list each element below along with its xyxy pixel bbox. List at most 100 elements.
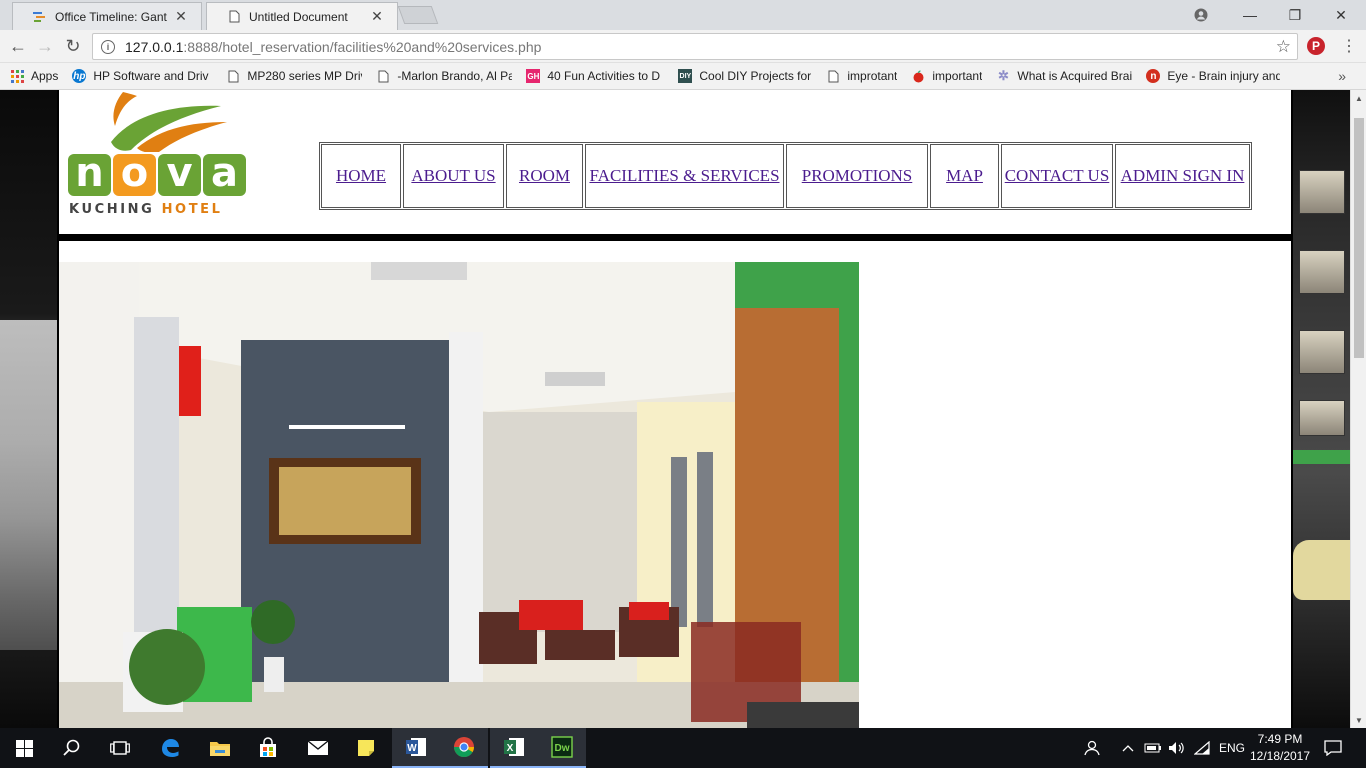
logo-letter: n xyxy=(68,153,111,196)
browser-toolbar: ← → ↻ i 127.0.0.1:8888/hotel_reservation… xyxy=(0,30,1366,63)
system-clock[interactable]: 7:49 PM 12/18/2017 xyxy=(1244,731,1316,765)
clock-time: 7:49 PM xyxy=(1257,732,1303,746)
bookmark-diy[interactable]: DIY Cool DIY Projects for xyxy=(678,69,812,83)
page-viewport: n o v a KUCHING HOTEL HOME ABOUT US ROOM… xyxy=(0,90,1350,728)
more-bookmarks-icon[interactable]: » xyxy=(1338,68,1346,84)
bookmark-star-icon[interactable]: ☆ xyxy=(1276,37,1291,57)
scrollbar-thumb[interactable] xyxy=(1354,118,1364,358)
bookmark-eye-brain[interactable]: n Eye - Brain injury and xyxy=(1146,69,1280,83)
new-tab-button[interactable] xyxy=(397,6,439,24)
bookmark-apps[interactable]: Apps xyxy=(10,69,58,83)
bookmark-mp280[interactable]: MP280 series MP Driv xyxy=(226,69,362,83)
profile-icon[interactable] xyxy=(1178,0,1224,30)
nav-admin-sign-in[interactable]: ADMIN SIGN IN xyxy=(1115,144,1250,208)
close-tab-icon[interactable]: ✕ xyxy=(369,8,385,25)
lobby-photo xyxy=(59,262,859,728)
tab-title: Untitled Document xyxy=(249,9,348,24)
bookmark-hp[interactable]: hp HP Software and Driv xyxy=(72,69,212,83)
edge-icon[interactable] xyxy=(146,728,194,768)
address-bar[interactable]: i 127.0.0.1:8888/hotel_reservation/facil… xyxy=(92,33,1298,60)
people-icon[interactable] xyxy=(1084,728,1102,768)
logo-subtitle-accent: HOTEL xyxy=(161,202,223,217)
info-icon[interactable]: i xyxy=(101,39,115,54)
bookmark-fun-activities[interactable]: GH 40 Fun Activities to D xyxy=(526,69,664,83)
forward-icon[interactable]: → xyxy=(33,34,57,58)
menu-icon[interactable]: ⋮ xyxy=(1341,36,1357,56)
clock-date: 12/18/2017 xyxy=(1249,749,1311,763)
nav-contact-us[interactable]: CONTACT US xyxy=(1001,144,1113,208)
nav-map[interactable]: MAP xyxy=(930,144,999,208)
nav-room[interactable]: ROOM xyxy=(506,144,583,208)
logo-subtitle-main: KUCHING xyxy=(69,202,155,217)
bookmark-important[interactable]: important xyxy=(911,69,982,83)
sticky-notes-icon[interactable] xyxy=(342,728,390,768)
back-icon[interactable]: ← xyxy=(6,34,30,58)
logo-subtitle: KUCHING HOTEL xyxy=(69,202,223,217)
dreamweaver-icon[interactable]: Dw xyxy=(538,728,586,768)
bookmark-label: important xyxy=(932,69,983,83)
nav-promotions[interactable]: PROMOTIONS xyxy=(786,144,928,208)
bookmark-improtant[interactable]: improtant xyxy=(826,69,897,83)
file-explorer-icon[interactable] xyxy=(196,728,244,768)
site-header: n o v a KUCHING HOTEL HOME ABOUT US ROOM… xyxy=(59,90,1291,237)
screen: Office Timeline: Gantt Ch ✕ Untitled Doc… xyxy=(0,0,1366,768)
excel-icon[interactable]: X xyxy=(490,728,538,768)
logo-letter: a xyxy=(203,153,246,196)
close-tab-icon[interactable]: ✕ xyxy=(173,8,189,25)
bookmark-label: MP280 series MP Driv xyxy=(247,69,363,83)
header-divider xyxy=(59,237,1291,241)
url-host: 127.0.0.1 xyxy=(125,38,184,55)
apple-icon xyxy=(911,69,925,83)
scroll-up-icon[interactable]: ▲ xyxy=(1351,90,1366,106)
bookmarks-bar: Apps hp HP Software and Driv MP280 serie… xyxy=(0,63,1366,90)
main-navigation: HOME ABOUT US ROOM FACILITIES & SERVICES… xyxy=(319,142,1252,210)
nav-facilities-services[interactable]: FACILITIES & SERVICES xyxy=(585,144,784,208)
chrome-icon[interactable] xyxy=(440,728,488,768)
page-icon xyxy=(826,69,840,83)
hp-icon: hp xyxy=(72,69,87,83)
page-container: n o v a KUCHING HOTEL HOME ABOUT US ROOM… xyxy=(57,90,1293,728)
scroll-down-icon[interactable]: ▼ xyxy=(1351,712,1366,728)
action-center-icon[interactable] xyxy=(1324,728,1342,768)
vertical-scrollbar[interactable]: ▲ ▼ xyxy=(1350,90,1366,728)
search-icon[interactable] xyxy=(48,728,96,768)
language-indicator[interactable]: ENG xyxy=(1219,728,1245,768)
url-path: :8888/hotel_reservation/facilities%20and… xyxy=(183,38,542,55)
windows-taskbar: W X Dw ENG 7:49 PM 12/18/2017 xyxy=(0,728,1366,768)
reload-icon[interactable]: ↻ xyxy=(61,34,85,58)
minimize-icon[interactable]: — xyxy=(1227,0,1273,30)
tab-title: Office Timeline: Gantt Ch xyxy=(55,9,167,24)
leaf-icon xyxy=(111,92,227,152)
start-icon[interactable] xyxy=(0,728,48,768)
tab-office-timeline[interactable]: Office Timeline: Gantt Ch ✕ xyxy=(12,2,202,30)
nav-about-us[interactable]: ABOUT US xyxy=(403,144,504,208)
bookmark-acquired-brain[interactable]: ✲ What is Acquired Brai xyxy=(996,69,1132,83)
bookmark-label: -Marlon Brando, Al Pa xyxy=(397,69,513,83)
page-icon xyxy=(376,69,390,83)
store-icon[interactable] xyxy=(244,728,292,768)
word-icon[interactable]: W xyxy=(392,728,440,768)
wifi-icon[interactable] xyxy=(1194,728,1210,768)
pinterest-icon[interactable]: P xyxy=(1307,37,1325,55)
mail-icon[interactable] xyxy=(294,728,342,768)
bookmark-marlon[interactable]: -Marlon Brando, Al Pa xyxy=(376,69,512,83)
bookmark-label: Eye - Brain injury and xyxy=(1167,69,1281,83)
browser-tab-bar: Office Timeline: Gantt Ch ✕ Untitled Doc… xyxy=(0,0,1366,30)
close-window-icon[interactable]: ✕ xyxy=(1318,0,1364,30)
volume-icon[interactable] xyxy=(1168,728,1186,768)
task-view-icon[interactable] xyxy=(96,728,144,768)
restore-icon[interactable]: ❐ xyxy=(1272,0,1318,30)
chevron-up-icon[interactable] xyxy=(1122,728,1134,768)
bookmark-label: Apps xyxy=(31,69,59,83)
page-icon xyxy=(226,69,240,83)
nav-home[interactable]: HOME xyxy=(321,144,401,208)
logo-wordmark: n o v a xyxy=(68,153,248,196)
bookmark-label: HP Software and Driv xyxy=(93,69,209,83)
bookmark-label: What is Acquired Brai xyxy=(1017,69,1133,83)
bookmark-label: Cool DIY Projects for xyxy=(699,69,812,83)
nova-hotel-logo[interactable]: n o v a KUCHING HOTEL xyxy=(63,90,247,222)
svg-text:Dw: Dw xyxy=(555,743,570,754)
battery-icon[interactable] xyxy=(1144,728,1162,768)
tab-untitled-document[interactable]: Untitled Document ✕ xyxy=(206,2,398,30)
n-icon: n xyxy=(1146,69,1161,83)
